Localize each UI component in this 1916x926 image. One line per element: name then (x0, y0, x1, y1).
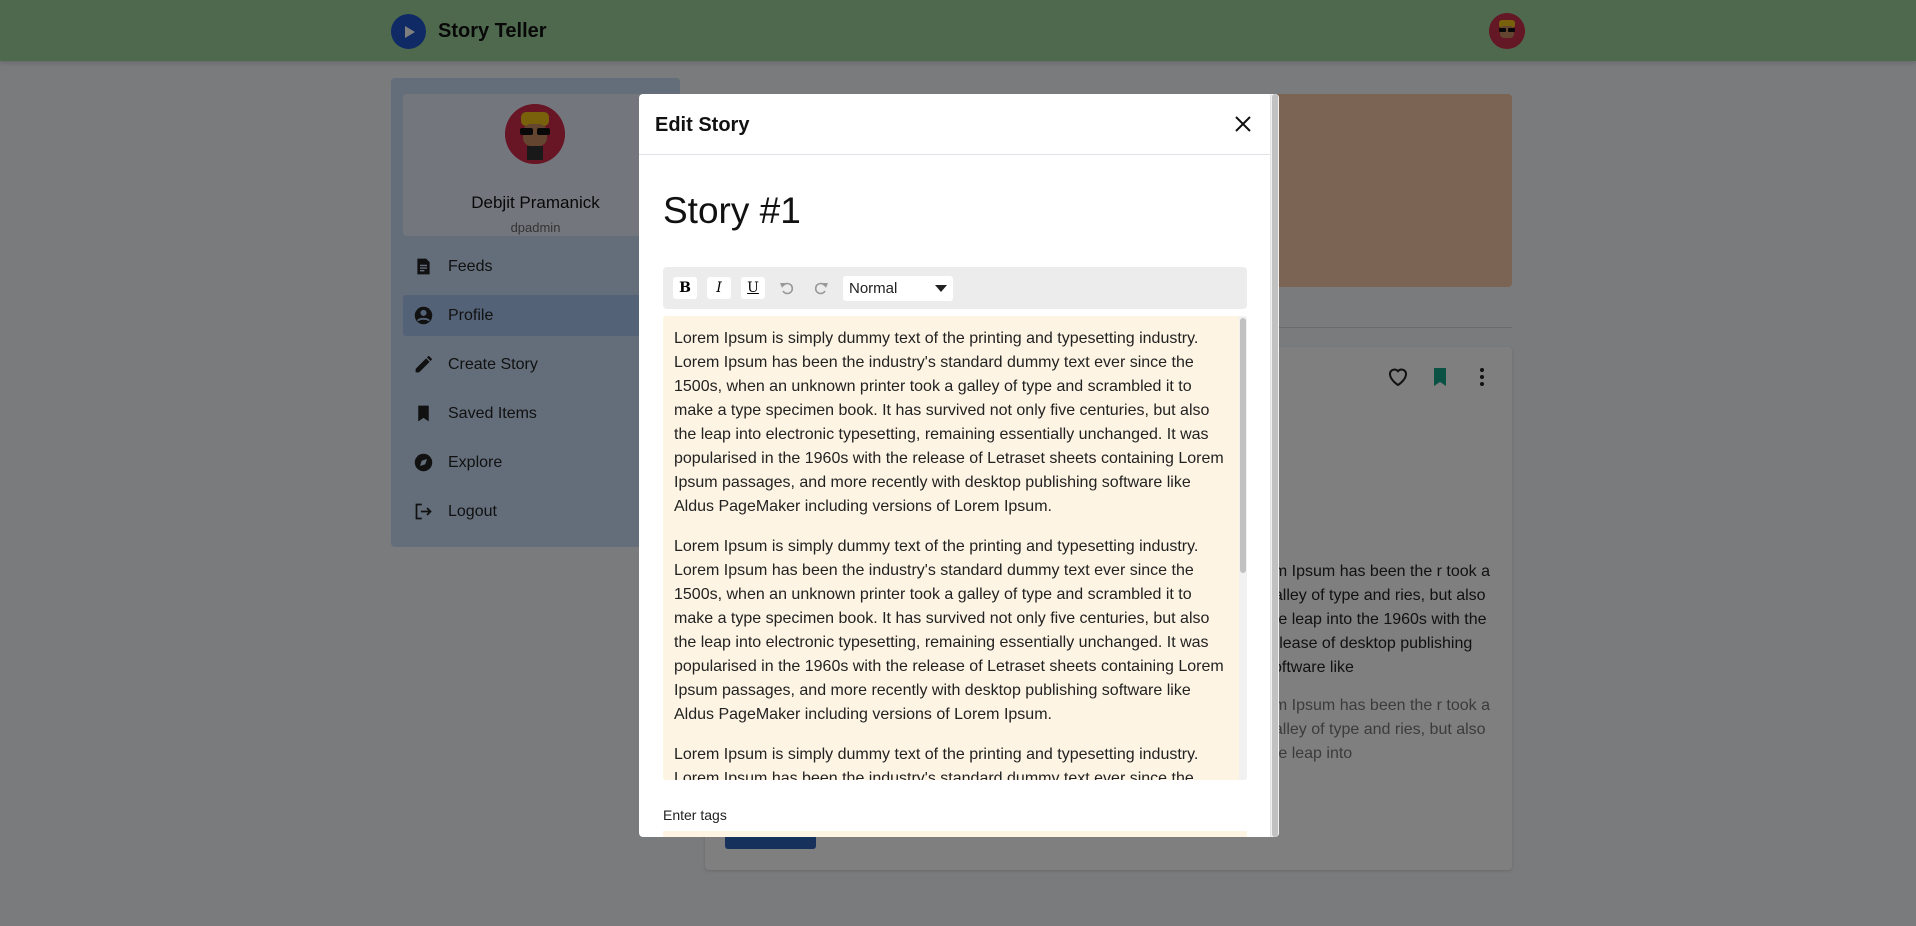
tags-label: Enter tags (663, 807, 727, 823)
undo-icon[interactable] (775, 277, 799, 299)
story-editor[interactable]: Lorem Ipsum is simply dummy text of the … (663, 316, 1247, 780)
editor-scrollbar[interactable] (1239, 316, 1247, 780)
close-icon[interactable] (1230, 111, 1256, 137)
editor-content[interactable]: Lorem Ipsum is simply dummy text of the … (674, 327, 1228, 780)
bold-button[interactable]: B (673, 277, 697, 299)
modal-scrollbar[interactable] (1270, 94, 1279, 837)
editor-paragraph: Lorem Ipsum is simply dummy text of the … (674, 746, 1199, 780)
modal-header: Edit Story (639, 94, 1279, 155)
editor-scrollbar-thumb[interactable] (1240, 318, 1246, 573)
chevron-down-icon (935, 284, 947, 292)
edit-story-modal: Edit Story Story #1 B I U Normal Lorem I… (639, 94, 1279, 837)
editor-paragraph: Lorem Ipsum is simply dummy text of the … (674, 330, 1224, 515)
italic-button[interactable]: I (707, 277, 731, 299)
story-title[interactable]: Story #1 (663, 190, 801, 232)
format-value: Normal (849, 279, 898, 297)
text-format-select[interactable]: Normal (843, 275, 953, 301)
modal-title: Edit Story (655, 114, 750, 136)
redo-icon[interactable] (809, 277, 833, 299)
modal-scrollbar-thumb[interactable] (1272, 94, 1278, 837)
italic-glyph: I (716, 280, 722, 296)
underline-glyph: U (747, 280, 759, 296)
bold-glyph: B (679, 280, 691, 296)
underline-button[interactable]: U (741, 277, 765, 299)
editor-toolbar: B I U Normal (663, 267, 1247, 309)
tags-input[interactable] (663, 831, 1247, 837)
editor-paragraph: Lorem Ipsum is simply dummy text of the … (674, 538, 1224, 723)
